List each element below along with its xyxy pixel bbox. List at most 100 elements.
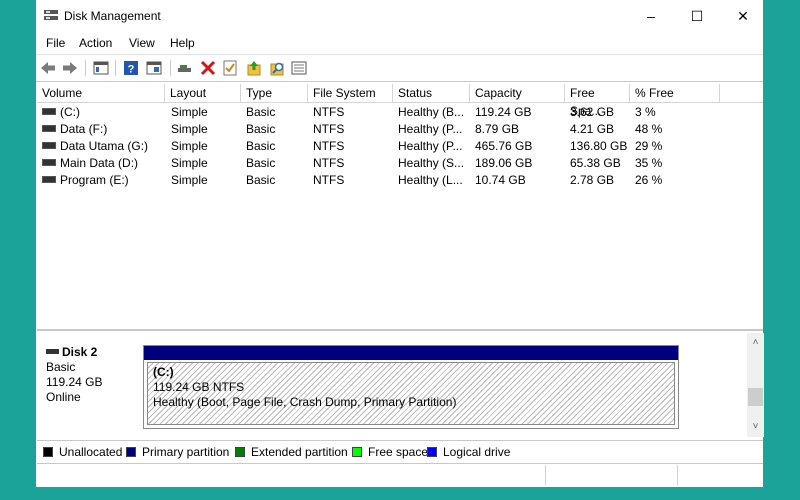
column-header-file-system[interactable]: File System <box>308 84 393 102</box>
free-space-cell: 4.21 GB <box>570 122 615 136</box>
volume-name: (C:) <box>60 105 80 119</box>
file-system-cell: NTFS <box>313 122 345 136</box>
drive-icon <box>42 108 56 116</box>
vertical-scrollbar[interactable]: ˄ ˅ <box>747 333 764 437</box>
file-system-cell: NTFS <box>313 173 345 187</box>
window-title: Disk Management <box>64 9 161 23</box>
menu-view[interactable]: View <box>129 36 155 50</box>
partition-status: Healthy (Boot, Page File, Crash Dump, Pr… <box>153 395 457 409</box>
swatch-logical-drive <box>427 447 437 457</box>
partition-c[interactable]: (C:) 119.24 GB NTFS Healthy (Boot, Page … <box>143 345 679 429</box>
column-header-volume[interactable]: Volume <box>37 84 165 102</box>
menu-bar: File Action View Help <box>36 32 763 54</box>
volume-row[interactable]: Data (F:) Simple Basic NTFS Healthy (P..… <box>37 121 763 138</box>
swatch-primary-partition <box>126 447 136 457</box>
help-icon[interactable]: ? <box>122 59 140 77</box>
import-icon[interactable] <box>245 59 263 77</box>
status-bar <box>37 463 763 487</box>
connect-icon[interactable] <box>176 59 194 77</box>
capacity-cell: 465.76 GB <box>475 139 533 153</box>
show-hide-console-tree-icon[interactable] <box>92 59 110 77</box>
drive-icon <box>42 142 56 150</box>
search-icon[interactable] <box>268 59 286 77</box>
maximize-button[interactable]: ☐ <box>674 0 720 32</box>
toolbar-separator <box>85 60 86 76</box>
status-cell: Healthy (L... <box>398 173 463 187</box>
minimize-button[interactable]: – <box>628 0 674 32</box>
volume-row[interactable]: Main Data (D:) Simple Basic NTFS Healthy… <box>37 155 763 172</box>
partition-body[interactable]: (C:) 119.24 GB NTFS Healthy (Boot, Page … <box>147 362 675 425</box>
layout-cell: Simple <box>171 122 208 136</box>
list-icon[interactable] <box>290 59 308 77</box>
status-cell: Healthy (P... <box>398 122 463 136</box>
volume-list: Volume Layout Type File System Status Ca… <box>37 84 763 331</box>
disk-management-app-icon <box>44 9 58 21</box>
partition-size-fs: 119.24 GB NTFS <box>153 380 245 394</box>
type-cell: Basic <box>246 156 276 170</box>
type-cell: Basic <box>246 105 276 119</box>
volume-row[interactable]: Data Utama (G:) Simple Basic NTFS Health… <box>37 138 763 155</box>
drive-icon <box>42 125 56 133</box>
scroll-thumb[interactable] <box>748 388 763 406</box>
column-header-type[interactable]: Type <box>241 84 308 102</box>
legend-label: Unallocated <box>59 445 123 459</box>
free-space-cell: 65.38 GB <box>570 156 621 170</box>
percent-free-cell: 26 % <box>635 173 663 187</box>
capacity-cell: 119.24 GB <box>475 105 532 119</box>
status-cell: Healthy (P... <box>398 139 463 153</box>
status-cell: Healthy (S... <box>398 156 465 170</box>
free-space-cell: 136.80 GB <box>570 139 628 153</box>
layout-cell: Simple <box>171 156 208 170</box>
back-icon[interactable] <box>39 59 57 77</box>
capacity-cell: 189.06 GB <box>475 156 533 170</box>
volume-name: Program (E:) <box>60 173 129 187</box>
primary-partition-bar <box>144 346 678 360</box>
scroll-up-button[interactable]: ˄ <box>747 335 764 351</box>
legend-label: Primary partition <box>142 445 230 459</box>
layout-cell: Simple <box>171 173 208 187</box>
disk-size: 119.24 GB <box>46 375 103 389</box>
status-divider <box>545 465 546 485</box>
status-cell: Healthy (B... <box>398 105 465 119</box>
type-cell: Basic <box>246 139 276 153</box>
toolbar-separator <box>115 60 116 76</box>
file-system-cell: NTFS <box>313 156 345 170</box>
volume-row[interactable]: Program (E:) Simple Basic NTFS Healthy (… <box>37 172 763 189</box>
disk-name: Disk 2 <box>62 345 98 359</box>
legend-label: Extended partition <box>251 445 348 459</box>
disk-info[interactable]: Disk 2 Basic 119.24 GB Online <box>46 345 141 405</box>
legend-extended-partition: Extended partition <box>235 445 348 459</box>
scroll-down-button[interactable]: ˅ <box>747 419 764 435</box>
check-icon[interactable] <box>221 59 239 77</box>
column-header-percent-free[interactable]: % Free <box>630 84 720 102</box>
column-header-status[interactable]: Status <box>393 84 470 102</box>
legend-unallocated: Unallocated <box>43 445 122 459</box>
delete-icon[interactable] <box>199 59 217 77</box>
disk-state: Online <box>46 390 81 404</box>
menu-help[interactable]: Help <box>170 36 195 50</box>
close-button[interactable]: ✕ <box>720 0 766 32</box>
volume-row[interactable]: (C:) Simple Basic NTFS Healthy (B... 119… <box>37 104 763 121</box>
free-space-cell: 3.62 GB <box>570 105 615 119</box>
file-system-cell: NTFS <box>313 139 345 153</box>
drive-icon <box>42 159 56 167</box>
partition-name: (C:) <box>153 365 174 379</box>
svg-text:?: ? <box>128 64 135 76</box>
disk-graphical-view: Disk 2 Basic 119.24 GB Online (C:) 119.2… <box>37 333 763 437</box>
free-space-cell: 2.78 GB <box>570 173 615 187</box>
legend-primary-partition: Primary partition <box>126 445 229 459</box>
menu-action[interactable]: Action <box>79 36 112 50</box>
capacity-cell: 8.79 GB <box>475 122 520 136</box>
percent-free-cell: 3 % <box>635 105 656 119</box>
toolbar-separator <box>170 60 171 76</box>
layout-cell: Simple <box>171 139 208 153</box>
title-bar: Disk Management – ☐ ✕ <box>36 0 763 32</box>
menu-file[interactable]: File <box>46 36 65 50</box>
properties-icon[interactable] <box>145 59 163 77</box>
column-header-layout[interactable]: Layout <box>165 84 241 102</box>
column-header-capacity[interactable]: Capacity <box>470 84 565 102</box>
forward-icon[interactable] <box>61 59 79 77</box>
percent-free-cell: 35 % <box>635 156 663 170</box>
disk-type: Basic <box>46 360 76 374</box>
column-header-free-space[interactable]: Free Spa... <box>565 84 630 118</box>
